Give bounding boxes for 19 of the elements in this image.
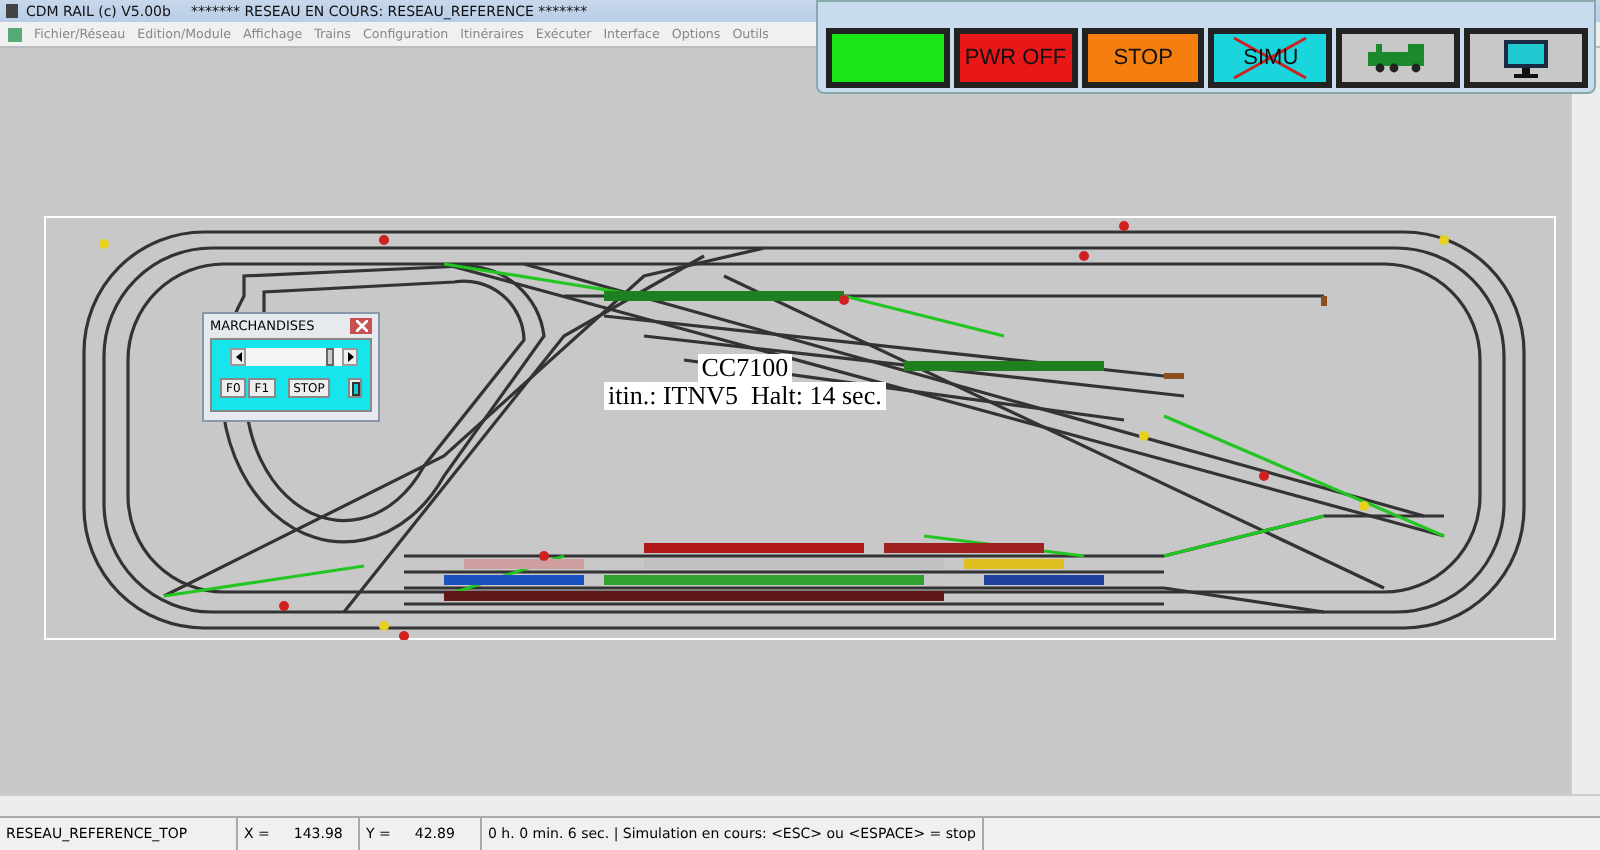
close-button[interactable] bbox=[350, 318, 372, 334]
monitor-icon bbox=[1502, 38, 1551, 78]
train-name: CC7100 bbox=[697, 354, 793, 382]
direction-button[interactable] bbox=[348, 378, 362, 398]
monitor-button[interactable] bbox=[1464, 28, 1588, 88]
toolbar-button[interactable]: PWR OFF bbox=[953, 28, 1078, 88]
close-icon bbox=[355, 320, 367, 332]
vertical-scrollbar[interactable] bbox=[1570, 48, 1600, 794]
speed-slider-thumb[interactable] bbox=[326, 348, 335, 366]
left-arrow-icon bbox=[235, 352, 241, 362]
locomotive-button[interactable] bbox=[1336, 28, 1461, 88]
train-info: itin.: ITNV5 Halt: 14 sec. bbox=[604, 382, 886, 410]
horizontal-scrollbar[interactable] bbox=[0, 794, 1600, 816]
toolbar-button[interactable]: STOP bbox=[1081, 28, 1205, 88]
left-arrow-button[interactable] bbox=[230, 348, 246, 366]
right-arrow-button[interactable] bbox=[342, 348, 358, 366]
right-arrow-icon bbox=[347, 352, 353, 362]
status-button[interactable] bbox=[826, 28, 950, 88]
app-icon bbox=[6, 4, 18, 18]
